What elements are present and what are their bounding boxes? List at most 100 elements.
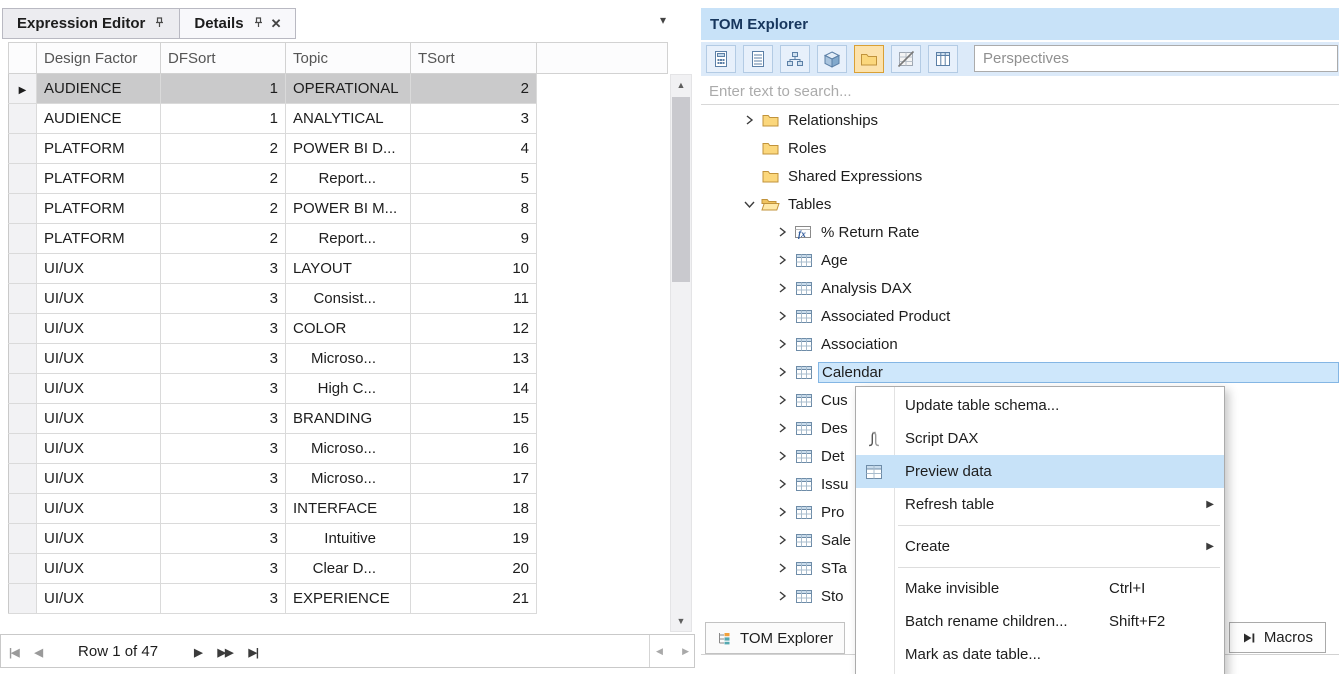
cell-dfsort[interactable]: 2	[161, 224, 286, 254]
hierarchy-view-button[interactable]	[780, 45, 810, 73]
row-indicator[interactable]	[9, 344, 37, 374]
expand-icon[interactable]	[774, 394, 790, 406]
expand-icon[interactable]	[741, 114, 757, 126]
expand-icon[interactable]	[774, 590, 790, 602]
tab-list-dropdown-icon[interactable]: ▾	[660, 13, 666, 27]
cell-tsort[interactable]: 10	[411, 254, 537, 284]
row-indicator[interactable]	[9, 134, 37, 164]
row-indicator[interactable]	[9, 464, 37, 494]
menu-item-batch-rename-children[interactable]: Batch rename children...Shift+F2	[856, 605, 1224, 638]
tree-item-analysis-dax[interactable]: Analysis DAX	[701, 274, 1339, 302]
pin-icon[interactable]	[154, 15, 165, 32]
grid-row[interactable]: UI/UX3High C...14	[9, 374, 668, 404]
grid-row[interactable]: UI/UX3Microso...13	[9, 344, 668, 374]
row-indicator[interactable]	[9, 164, 37, 194]
cell-topic[interactable]: Consist...	[286, 284, 411, 314]
column-header-tsort[interactable]: TSort	[411, 43, 537, 74]
cell-dfsort[interactable]: 2	[161, 164, 286, 194]
cell-design-factor[interactable]: UI/UX	[37, 554, 161, 584]
cell-dfsort[interactable]: 1	[161, 104, 286, 134]
cell-dfsort[interactable]: 3	[161, 284, 286, 314]
row-indicator[interactable]	[9, 584, 37, 614]
row-indicator[interactable]	[9, 284, 37, 314]
cell-topic[interactable]: Intuitive	[286, 524, 411, 554]
tree-item-age[interactable]: Age	[701, 246, 1339, 274]
cell-dfsort[interactable]: 3	[161, 464, 286, 494]
grid-row[interactable]: AUDIENCE1ANALYTICAL3	[9, 104, 668, 134]
expand-icon[interactable]	[774, 282, 790, 294]
cell-tsort[interactable]: 19	[411, 524, 537, 554]
grid-row[interactable]: PLATFORM2POWER BI M...8	[9, 194, 668, 224]
cell-design-factor[interactable]: PLATFORM	[37, 164, 161, 194]
cell-dfsort[interactable]: 2	[161, 134, 286, 164]
field-list-button[interactable]	[743, 45, 773, 73]
cell-tsort[interactable]: 13	[411, 344, 537, 374]
cell-tsort[interactable]: 15	[411, 404, 537, 434]
cell-design-factor[interactable]: AUDIENCE	[37, 104, 161, 134]
row-indicator[interactable]	[9, 494, 37, 524]
cell-topic[interactable]: Report...	[286, 164, 411, 194]
cell-dfsort[interactable]: 3	[161, 584, 286, 614]
scroll-down-icon[interactable]: ▼	[671, 616, 691, 626]
column-header-dfsort[interactable]: DFSort	[161, 43, 286, 74]
row-indicator[interactable]	[9, 224, 37, 254]
menu-item-script-dax[interactable]: Script DAX	[856, 422, 1224, 455]
cell-tsort[interactable]: 14	[411, 374, 537, 404]
tree-item-roles[interactable]: Roles	[701, 134, 1339, 162]
cell-tsort[interactable]: 16	[411, 434, 537, 464]
expand-icon[interactable]	[774, 422, 790, 434]
perspectives-combobox[interactable]	[974, 45, 1338, 72]
cell-design-factor[interactable]: AUDIENCE	[37, 74, 161, 104]
cell-dfsort[interactable]: 3	[161, 404, 286, 434]
cell-tsort[interactable]: 11	[411, 284, 537, 314]
expand-icon[interactable]	[774, 310, 790, 322]
grid-row[interactable]: PLATFORM2Report...5	[9, 164, 668, 194]
expand-icon[interactable]	[774, 562, 790, 574]
menu-item-update-table-schema[interactable]: Update table schema...	[856, 389, 1224, 422]
grid-row[interactable]: UI/UX3Intuitive19	[9, 524, 668, 554]
cell-topic[interactable]: OPERATIONAL	[286, 74, 411, 104]
tree-item-shared-expressions[interactable]: Shared Expressions	[701, 162, 1339, 190]
search-input[interactable]	[701, 78, 1339, 105]
cell-tsort[interactable]: 21	[411, 584, 537, 614]
tree-item-relationships[interactable]: Relationships	[701, 106, 1339, 134]
current-row-indicator[interactable]: ▶	[9, 74, 37, 104]
cell-topic[interactable]: Report...	[286, 224, 411, 254]
expand-icon[interactable]	[774, 450, 790, 462]
cell-dfsort[interactable]: 3	[161, 344, 286, 374]
tab-expression-editor[interactable]: Expression Editor	[2, 8, 180, 39]
cell-topic[interactable]: Microso...	[286, 344, 411, 374]
grid-row[interactable]: UI/UX3Clear D...20	[9, 554, 668, 584]
cell-design-factor[interactable]: PLATFORM	[37, 194, 161, 224]
tab-tom-explorer[interactable]: TOM Explorer	[705, 622, 845, 654]
cell-design-factor[interactable]: UI/UX	[37, 524, 161, 554]
columns-view-button[interactable]	[928, 45, 958, 73]
cell-dfsort[interactable]: 3	[161, 554, 286, 584]
row-indicator[interactable]	[9, 554, 37, 584]
grid-row[interactable]: PLATFORM2POWER BI D...4	[9, 134, 668, 164]
column-header-topic[interactable]: Topic	[286, 43, 411, 74]
cell-design-factor[interactable]: UI/UX	[37, 344, 161, 374]
grid-row[interactable]: UI/UX3LAYOUT10	[9, 254, 668, 284]
cell-dfsort[interactable]: 3	[161, 524, 286, 554]
grid-row[interactable]: UI/UX3EXPERIENCE21	[9, 584, 668, 614]
menu-item-create[interactable]: Create▶	[856, 530, 1224, 563]
perspective-cube-button[interactable]	[817, 45, 847, 73]
cell-topic[interactable]: Clear D...	[286, 554, 411, 584]
cell-topic[interactable]: ANALYTICAL	[286, 104, 411, 134]
tree-item-associated-product[interactable]: Associated Product	[701, 302, 1339, 330]
data-model-button[interactable]	[706, 45, 736, 73]
cell-design-factor[interactable]: UI/UX	[37, 374, 161, 404]
cell-dfsort[interactable]: 2	[161, 194, 286, 224]
grid-row[interactable]: UI/UX3INTERFACE18	[9, 494, 668, 524]
expand-icon[interactable]	[774, 226, 790, 238]
cell-tsort[interactable]: 8	[411, 194, 537, 224]
cell-topic[interactable]: POWER BI D...	[286, 134, 411, 164]
cell-topic[interactable]: LAYOUT	[286, 254, 411, 284]
grid-row[interactable]: UI/UX3Microso...16	[9, 434, 668, 464]
row-indicator[interactable]	[9, 374, 37, 404]
expand-icon[interactable]	[774, 534, 790, 546]
cell-dfsort[interactable]: 1	[161, 74, 286, 104]
row-indicator[interactable]	[9, 434, 37, 464]
tab-details[interactable]: Details ✕	[179, 8, 296, 39]
